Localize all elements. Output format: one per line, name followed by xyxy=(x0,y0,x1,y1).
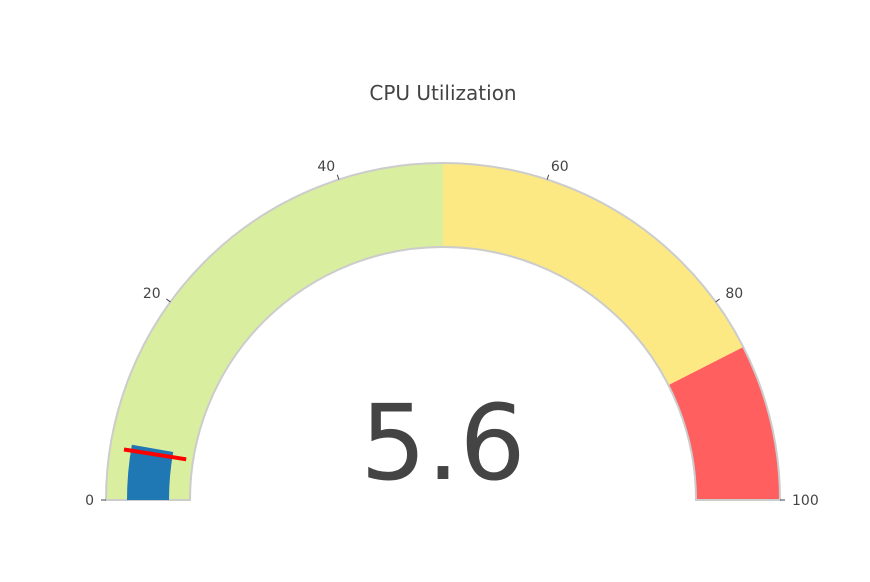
chart-title: CPU Utilization xyxy=(369,81,516,105)
gauge-tick-label-0: 0 xyxy=(85,493,94,509)
gauge-tick-label-100: 100 xyxy=(792,493,819,509)
gauge-chart: CPU Utilization 0 20 40 60 80 100 5.6 xyxy=(85,81,819,509)
gauge-value: 5.6 xyxy=(360,382,525,504)
gauge-tick-label-40: 40 xyxy=(317,159,335,175)
gauge-tick-label-80: 80 xyxy=(725,286,743,302)
gauge-tick-label-60: 60 xyxy=(551,159,569,175)
gauge-tick-label-20: 20 xyxy=(143,286,161,302)
gauge-step-1 xyxy=(443,163,744,386)
gauge-tick-80 xyxy=(715,298,720,303)
gauge-tick-20 xyxy=(166,298,171,303)
